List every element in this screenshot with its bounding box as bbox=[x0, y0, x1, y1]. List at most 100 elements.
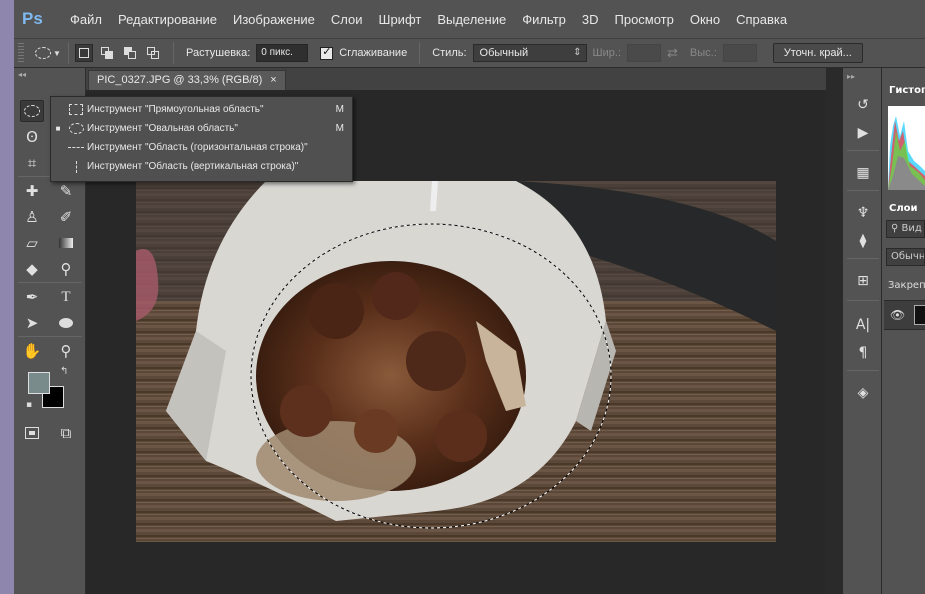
adjustments-panel-icon[interactable]: ▦ bbox=[853, 164, 873, 182]
divider bbox=[847, 190, 879, 191]
menu-help[interactable]: Справка bbox=[728, 12, 795, 27]
eraser-icon: ▱ bbox=[26, 234, 38, 252]
ellipse-marquee-icon bbox=[24, 105, 40, 117]
hand-tool[interactable]: ✋ bbox=[20, 340, 44, 362]
options-bar: ▼ Растушевка: 0 пикс. Сглаживание Стиль:… bbox=[14, 38, 925, 68]
blend-mode-select[interactable]: Обычн bbox=[886, 248, 925, 266]
swap-dimensions-icon[interactable]: ⇄ bbox=[667, 45, 678, 61]
menu-view[interactable]: Просмотр bbox=[607, 12, 682, 27]
ellipse-marquee-icon bbox=[35, 47, 52, 59]
add-to-selection-button[interactable] bbox=[98, 44, 116, 62]
subtract-from-selection-button[interactable] bbox=[121, 44, 139, 62]
flyout-item-label: Инструмент "Область (горизонтальная стро… bbox=[87, 142, 308, 153]
menu-select[interactable]: Выделение bbox=[429, 12, 514, 27]
new-selection-icon bbox=[79, 48, 89, 58]
menu-window[interactable]: Окно bbox=[682, 12, 728, 27]
search-placeholder: Вид bbox=[901, 223, 922, 234]
history-brush-tool[interactable]: ✐ bbox=[54, 206, 78, 228]
brush-presets-panel-icon[interactable]: ♆ bbox=[853, 204, 873, 222]
zoom-tool[interactable]: ⚲ bbox=[54, 340, 78, 362]
flyout-item-ellipse-marquee[interactable]: ■ Инструмент "Овальная область" M bbox=[51, 119, 352, 138]
quick-mask-icon bbox=[25, 427, 39, 439]
flyout-item-label: Инструмент "Овальная область" bbox=[87, 123, 238, 134]
lasso-icon: ʘ bbox=[26, 128, 38, 146]
gradient-tool[interactable] bbox=[54, 232, 78, 254]
menu-layers[interactable]: Слои bbox=[323, 12, 371, 27]
intersect-selection-icon bbox=[147, 47, 159, 59]
spot-healing-tool[interactable]: ✚ bbox=[20, 180, 44, 202]
brush-tool[interactable]: ✎ bbox=[54, 180, 78, 202]
antialias-checkbox[interactable] bbox=[320, 45, 334, 60]
feather-input[interactable]: 0 пикс. bbox=[256, 44, 309, 62]
flyout-item-rect-marquee[interactable]: Инструмент "Прямоугольная область" M bbox=[51, 100, 352, 119]
menu-edit[interactable]: Редактирование bbox=[110, 12, 225, 27]
magnifier-icon: ⚲ bbox=[60, 342, 72, 360]
pen-tool[interactable]: ✒ bbox=[20, 286, 44, 308]
flyout-item-single-row-marquee[interactable]: Инструмент "Область (горизонтальная стро… bbox=[51, 138, 352, 157]
width-input[interactable] bbox=[627, 44, 662, 62]
screen-mode-button[interactable]: ⧉ bbox=[54, 422, 78, 444]
arrow-icon: ➤ bbox=[25, 314, 39, 332]
type-tool[interactable]: T bbox=[54, 286, 78, 308]
layer-filter-search[interactable]: ⚲ Вид bbox=[886, 220, 925, 238]
menu-type[interactable]: Шрифт bbox=[371, 12, 430, 27]
document-canvas-image[interactable] bbox=[136, 181, 776, 542]
brush-panel-icon[interactable]: ⧫ bbox=[853, 232, 873, 250]
options-grip[interactable] bbox=[18, 43, 24, 63]
history-brush-icon: ✐ bbox=[59, 208, 73, 226]
history-panel-icon[interactable]: ↺ bbox=[853, 96, 873, 114]
foreground-color-swatch[interactable] bbox=[28, 372, 50, 394]
layers-panel-tab[interactable]: Слои bbox=[884, 200, 925, 218]
collapse-toolbar-icon[interactable]: ◂◂ bbox=[14, 68, 85, 80]
histogram-panel-tab[interactable]: Гистогр bbox=[884, 82, 925, 100]
document-tab-bar: PIC_0327.JPG @ 33,3% (RGB/8) × bbox=[86, 68, 826, 90]
dock-separator bbox=[826, 68, 842, 594]
menu-file[interactable]: Файл bbox=[62, 12, 110, 27]
tool-preset-picker[interactable]: ▼ bbox=[34, 42, 62, 64]
actions-panel-icon[interactable]: ▶ bbox=[853, 124, 873, 142]
crop-icon: ⌗ bbox=[27, 154, 37, 172]
clone-source-panel-icon[interactable]: ⊞ bbox=[853, 272, 873, 290]
divider bbox=[847, 300, 879, 301]
eye-icon[interactable]: 👁 bbox=[890, 308, 905, 322]
stamp-icon: ♙ bbox=[25, 208, 39, 226]
collapse-dock-icon[interactable]: ▸▸ bbox=[847, 72, 855, 81]
marquee-tools-flyout: Инструмент "Прямоугольная область" M ■ И… bbox=[50, 96, 353, 182]
swap-colors-icon[interactable]: ↰ bbox=[60, 366, 68, 377]
antialias-label: Сглаживание bbox=[339, 47, 408, 59]
rect-marquee-icon bbox=[65, 103, 87, 117]
lock-label: Закреп bbox=[888, 280, 925, 291]
clone-stamp-tool[interactable]: ♙ bbox=[20, 206, 44, 228]
path-selection-tool[interactable]: ➤ bbox=[20, 312, 44, 334]
default-colors-icon[interactable]: ▪ bbox=[26, 400, 32, 410]
crop-tool[interactable]: ⌗ bbox=[20, 152, 44, 174]
marquee-tool[interactable] bbox=[20, 100, 44, 122]
menu-image[interactable]: Изображение bbox=[225, 12, 323, 27]
photo-illustration bbox=[136, 181, 776, 542]
lasso-tool[interactable]: ʘ bbox=[20, 126, 44, 148]
shape-tool[interactable] bbox=[54, 312, 78, 334]
quick-mask-button[interactable] bbox=[20, 422, 44, 444]
document-tab[interactable]: PIC_0327.JPG @ 33,3% (RGB/8) × bbox=[88, 70, 286, 90]
dodge-icon: ⚲ bbox=[60, 260, 72, 278]
ellipse-marquee-icon bbox=[65, 122, 87, 136]
height-input[interactable] bbox=[722, 44, 757, 62]
eraser-tool[interactable]: ▱ bbox=[20, 232, 44, 254]
new-selection-button[interactable] bbox=[75, 44, 93, 62]
menu-filter[interactable]: Фильтр bbox=[514, 12, 574, 27]
blur-tool[interactable]: ◆ bbox=[20, 258, 44, 280]
character-panel-icon[interactable]: A| bbox=[853, 316, 873, 334]
paragraph-panel-icon[interactable]: ¶ bbox=[853, 344, 873, 362]
bandage-icon: ✚ bbox=[25, 182, 39, 200]
dodge-tool[interactable]: ⚲ bbox=[54, 258, 78, 280]
close-icon[interactable]: × bbox=[270, 71, 276, 90]
intersect-selection-button[interactable] bbox=[144, 44, 162, 62]
3d-panel-icon[interactable]: ◈ bbox=[853, 384, 873, 402]
menu-3d[interactable]: 3D bbox=[574, 12, 607, 27]
style-select[interactable]: Обычный bbox=[472, 44, 587, 62]
feather-label: Растушевка: bbox=[186, 47, 251, 59]
flyout-item-single-column-marquee[interactable]: Инструмент "Область (вертикальная строка… bbox=[51, 157, 352, 176]
refine-edge-button[interactable]: Уточн. край... bbox=[772, 43, 863, 63]
divider bbox=[847, 258, 879, 259]
layer-row[interactable]: 👁 bbox=[884, 300, 925, 330]
